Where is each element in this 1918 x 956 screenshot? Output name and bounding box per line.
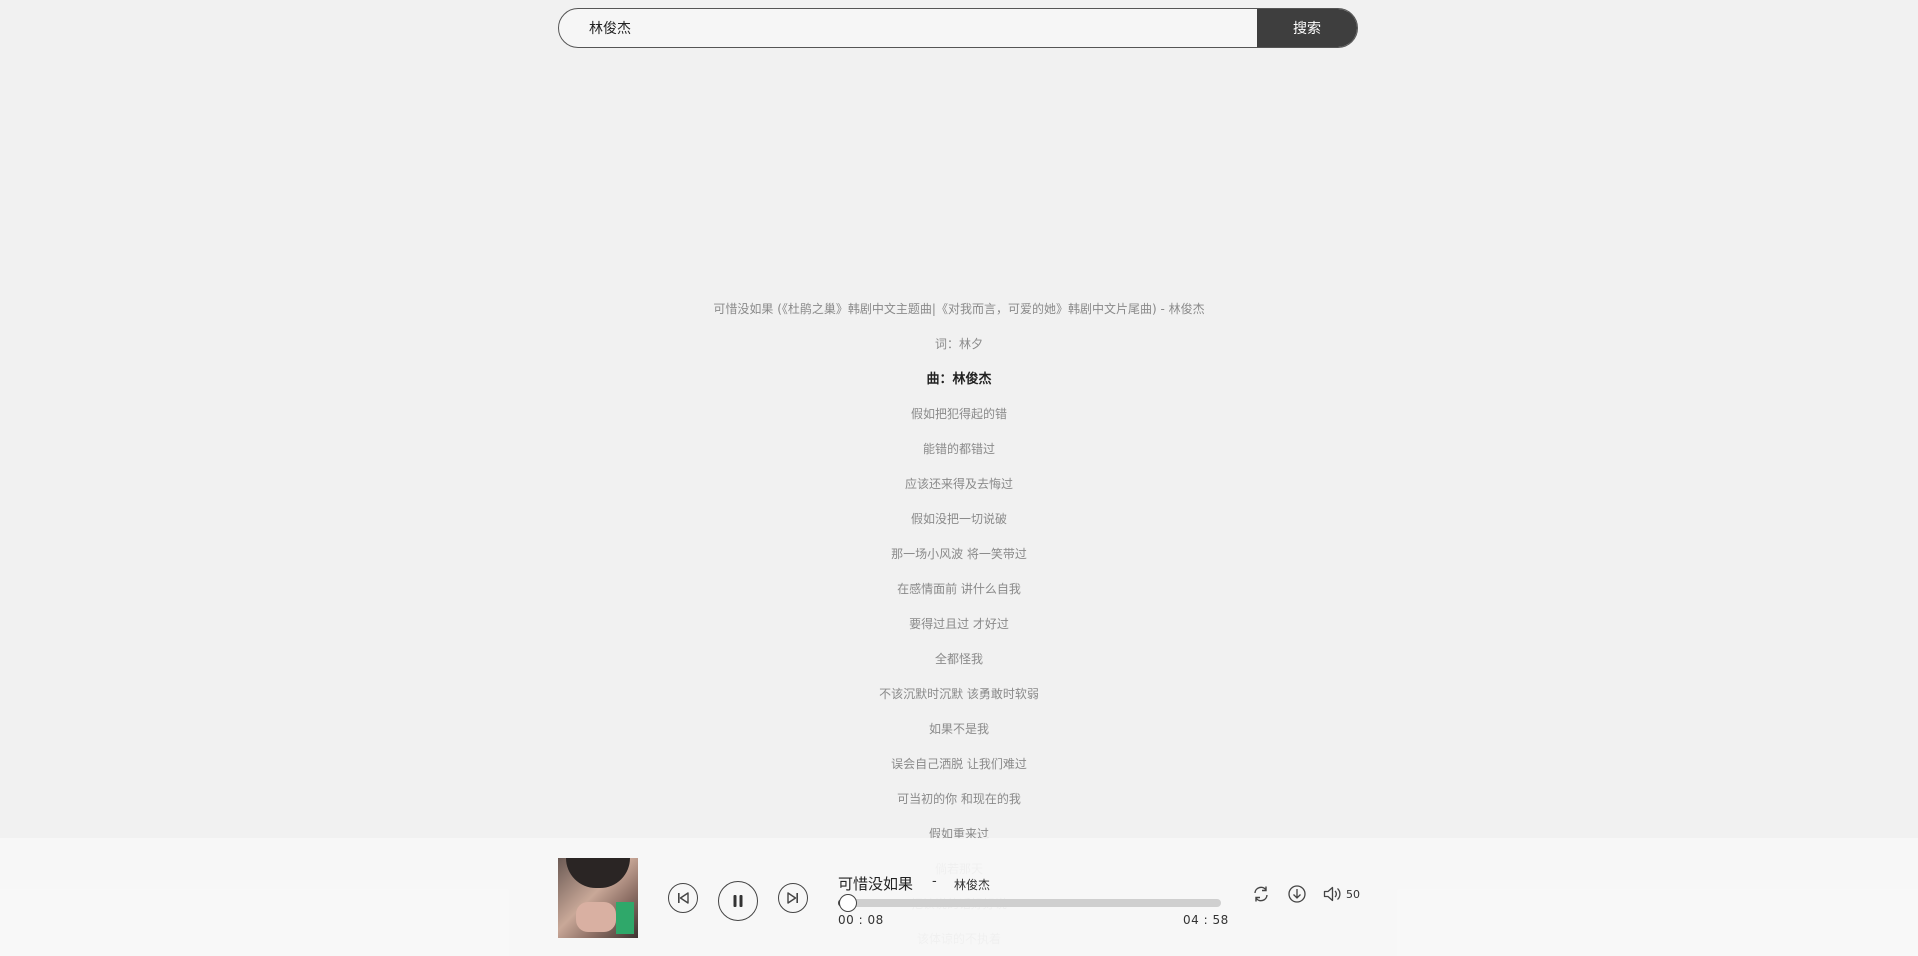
player-bar: 可惜没如果 - 林俊杰 00 : 08 04 : 58 50 <box>0 838 1918 956</box>
lyric-line: 要得过且过 才好过 <box>909 617 1009 631</box>
lyric-line: 那一场小风波 将一笑带过 <box>891 547 1027 561</box>
volume-icon <box>1323 886 1341 902</box>
loop-button[interactable] <box>1250 883 1272 905</box>
title-artist-separator: - <box>932 874 937 889</box>
search-bar: 搜索 <box>558 8 1358 48</box>
lyric-line: 全都怪我 <box>934 652 983 666</box>
track-artist: 林俊杰 <box>954 878 991 892</box>
search-input[interactable] <box>559 9 1257 47</box>
volume-value: 50 <box>1346 888 1360 901</box>
lyric-line: 在感情面前 讲什么自我 <box>897 582 1021 596</box>
album-cover[interactable] <box>558 858 638 938</box>
lyric-line: 可惜没如果 (《杜鹃之巢》韩剧中文主题曲|《对我而言，可爱的她》韩剧中文片尾曲)… <box>713 302 1205 316</box>
cover-sticker-shape <box>616 902 634 934</box>
progress-knob[interactable] <box>839 894 858 912</box>
lyric-line: 能错的都错过 <box>922 442 995 456</box>
lyric-line: 不该沉默时沉默 该勇敢时软弱 <box>879 687 1039 701</box>
lyric-line: 假如把犯得起的错 <box>910 407 1007 421</box>
progress-bar[interactable] <box>838 894 1221 912</box>
download-button[interactable] <box>1286 883 1308 905</box>
previous-track-button[interactable] <box>668 883 698 913</box>
search-button[interactable]: 搜索 <box>1257 9 1357 47</box>
loop-icon <box>1254 886 1268 902</box>
lyric-line: 如果不是我 <box>928 722 989 736</box>
pause-icon <box>733 895 743 907</box>
cover-hand-shape <box>576 902 616 932</box>
download-icon <box>1288 885 1306 903</box>
volume-button[interactable] <box>1321 883 1343 905</box>
lyric-line: 曲：林俊杰 <box>926 372 992 387</box>
music-player-page: 搜索 可惜没如果 (《杜鹃之巢》韩剧中文主题曲|《对我而言，可爱的她》韩剧中文片… <box>0 0 1918 956</box>
next-track-button[interactable] <box>778 883 808 913</box>
lyric-line: 误会自己洒脱 让我们难过 <box>891 757 1027 771</box>
current-time: 00 : 08 <box>838 913 884 927</box>
skip-previous-icon <box>678 892 689 904</box>
lyric-line: 应该还来得及去悔过 <box>904 477 1013 491</box>
play-pause-button[interactable] <box>718 881 758 921</box>
track-title: 可惜没如果 <box>838 875 914 893</box>
lyric-line: 假如没把一切说破 <box>910 512 1007 526</box>
cover-hair-shape <box>566 858 630 888</box>
skip-next-icon <box>787 892 798 904</box>
lyric-line: 可当初的你 和现在的我 <box>897 792 1021 806</box>
total-time: 04 : 58 <box>1183 913 1229 927</box>
lyric-line: 词：林夕 <box>934 337 983 351</box>
